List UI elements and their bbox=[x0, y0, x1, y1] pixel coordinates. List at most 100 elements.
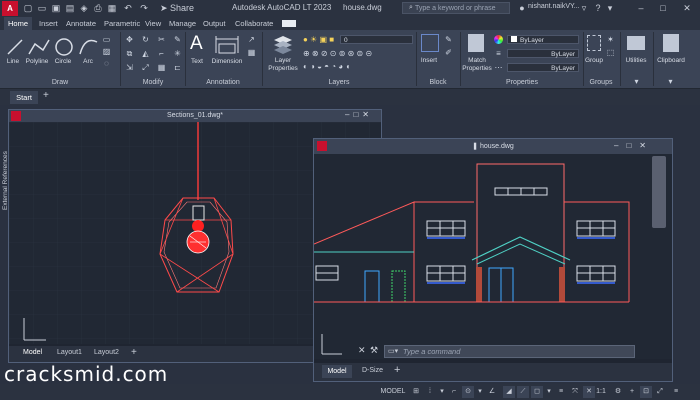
tab-annotate[interactable]: Annotate bbox=[62, 17, 100, 30]
lineweight-dropdown[interactable]: ByLayer bbox=[507, 49, 579, 58]
search-input[interactable]: Type a keyword or phrase bbox=[402, 2, 510, 14]
user-icon[interactable]: ● bbox=[516, 2, 528, 14]
help-icon[interactable]: ? bbox=[592, 2, 604, 14]
grid-icon[interactable]: ⊞ bbox=[410, 386, 422, 398]
stretch-icon[interactable]: ⇲ bbox=[125, 63, 134, 72]
command-close-icon[interactable]: ✕ bbox=[358, 345, 366, 356]
ortho-icon[interactable]: ⊙ bbox=[462, 386, 474, 398]
web-mobile-icon[interactable]: ◈ bbox=[78, 2, 90, 14]
snap-dropdown-icon[interactable]: ▾ bbox=[438, 386, 446, 398]
circle-tool[interactable]: Circle bbox=[53, 58, 73, 65]
tab-manage[interactable]: Manage bbox=[165, 17, 200, 30]
panel-layers-title[interactable]: Layers bbox=[264, 79, 414, 86]
osnap-dropdown-icon[interactable]: ▾ bbox=[545, 386, 553, 398]
app-logo[interactable]: A LT bbox=[2, 1, 18, 28]
redo-icon[interactable]: ↷ bbox=[138, 2, 150, 14]
new-tab-icon[interactable]: + bbox=[43, 90, 49, 101]
tab-insert[interactable]: Insert bbox=[35, 17, 62, 30]
tab-home[interactable]: Home bbox=[4, 17, 33, 30]
layer-on-icon[interactable]: ● ☀ ▣ ■ bbox=[303, 35, 334, 44]
annotation-scale-value[interactable]: 1:1 bbox=[594, 386, 608, 398]
panel-block-title[interactable]: Block bbox=[418, 79, 458, 86]
tab-model[interactable]: Model bbox=[322, 365, 352, 378]
group-edit-icon[interactable]: ⬚ bbox=[606, 48, 615, 57]
print-preview-icon[interactable]: ▦ bbox=[106, 2, 118, 14]
close-icon[interactable]: ✕ bbox=[676, 0, 698, 17]
color-wheel-icon[interactable] bbox=[494, 35, 503, 44]
panel-properties-title[interactable]: Properties bbox=[462, 79, 582, 86]
fillet-icon[interactable]: ⌐ bbox=[157, 49, 166, 58]
isodraft-icon[interactable]: ◢ bbox=[503, 386, 515, 398]
house-window-controls-icon[interactable]: –□✕ bbox=[614, 141, 654, 150]
trim-icon[interactable]: ✂ bbox=[157, 35, 166, 44]
edit-block-icon[interactable]: ✐ bbox=[444, 48, 453, 57]
plus-icon[interactable]: + bbox=[626, 386, 638, 398]
lineweight-toggle-icon[interactable]: ≡ bbox=[555, 386, 567, 398]
table-icon[interactable]: ▦ bbox=[247, 48, 256, 57]
object-snap-tracking-icon[interactable]: ⟋ bbox=[517, 386, 529, 398]
clipboard-tool[interactable]: Clipboard bbox=[655, 57, 687, 64]
tab-start[interactable]: Start bbox=[10, 91, 38, 104]
settings-gear-icon[interactable]: ⚙ bbox=[612, 386, 624, 398]
chevron-down-icon[interactable]: ▾ bbox=[604, 2, 616, 14]
customization-menu-icon[interactable]: ≡ bbox=[670, 386, 682, 398]
explode-icon[interactable]: ✳ bbox=[173, 49, 182, 58]
boundary-icon[interactable]: ◌ bbox=[102, 59, 111, 68]
rectangle-icon[interactable]: ▭ bbox=[102, 35, 111, 44]
create-block-icon[interactable]: ✎ bbox=[444, 35, 453, 44]
open-icon[interactable]: ▭ bbox=[36, 2, 48, 14]
move-icon[interactable]: ✥ bbox=[125, 35, 134, 44]
snap-icon[interactable]: ⁞ bbox=[424, 386, 436, 398]
line-tool[interactable]: Line bbox=[4, 58, 22, 65]
color-dropdown[interactable]: ByLayer bbox=[507, 35, 579, 44]
save-icon[interactable]: ▣ bbox=[50, 2, 62, 14]
minimize-icon[interactable]: – bbox=[630, 0, 652, 17]
panel-groups-title[interactable]: Groups bbox=[584, 79, 618, 86]
viewcube-navbar[interactable] bbox=[652, 156, 666, 228]
layer-properties-tool[interactable]: Layer Properties bbox=[266, 57, 300, 73]
mirror-icon[interactable]: ◭ bbox=[141, 49, 150, 58]
ribbon-toggle-icon[interactable] bbox=[282, 20, 296, 27]
tab-model[interactable]: Model bbox=[23, 349, 42, 356]
tab-layout2[interactable]: Layout2 bbox=[94, 349, 119, 356]
group-tool[interactable]: Group bbox=[583, 57, 605, 64]
infer-icon[interactable]: ⌐ bbox=[448, 386, 460, 398]
command-input[interactable]: Type a command bbox=[384, 345, 635, 358]
share-button[interactable]: ➤ Share bbox=[160, 2, 198, 14]
dimension-tool[interactable]: Dimension bbox=[210, 58, 244, 65]
layer-tools-row2-icon[interactable]: ◐ ◑ ◒ ◓ ◔ ◕ ◖ bbox=[303, 62, 350, 71]
leader-icon[interactable]: ↗ bbox=[247, 35, 256, 44]
erase-icon[interactable]: ✎ bbox=[173, 35, 182, 44]
match-properties-tool[interactable]: Match Properties bbox=[461, 57, 493, 73]
undo-icon[interactable]: ↶ bbox=[122, 2, 134, 14]
linetype-icon[interactable]: ⋯ bbox=[494, 63, 503, 72]
sections-window-controls-icon[interactable]: –□✕ bbox=[345, 110, 373, 119]
ortho-dropdown-icon[interactable]: ▾ bbox=[476, 386, 484, 398]
external-references-palette[interactable]: External References bbox=[2, 151, 9, 210]
hatch-icon[interactable]: ▨ bbox=[102, 47, 111, 56]
panel-draw-title[interactable]: Draw bbox=[0, 79, 120, 86]
polyline-tool[interactable]: Polyline bbox=[24, 58, 50, 65]
ungroup-icon[interactable]: ✶ bbox=[606, 35, 615, 44]
save-as-icon[interactable]: ▤ bbox=[64, 2, 76, 14]
text-tool[interactable]: Text bbox=[188, 58, 206, 65]
insert-tool[interactable]: Insert bbox=[417, 57, 441, 64]
arc-tool[interactable]: Arc bbox=[79, 58, 97, 65]
offset-icon[interactable]: ⊏ bbox=[173, 63, 182, 72]
new-icon[interactable]: ▢ bbox=[22, 2, 34, 14]
tab-view[interactable]: View bbox=[141, 17, 165, 30]
panel-modify-title[interactable]: Modify bbox=[122, 79, 184, 86]
clean-screen-icon[interactable]: ⤢ bbox=[654, 386, 666, 398]
model-space-button[interactable]: MODEL bbox=[380, 386, 406, 398]
cart-icon[interactable]: ▿ bbox=[578, 2, 590, 14]
rotate-icon[interactable]: ↻ bbox=[141, 35, 150, 44]
polar-icon[interactable]: ∠ bbox=[486, 386, 498, 398]
tab-d-size[interactable]: D-Size bbox=[362, 367, 383, 374]
add-layout-icon[interactable]: + bbox=[394, 364, 400, 376]
sections-window-title[interactable]: Sections_01.dwg* bbox=[9, 110, 381, 122]
layer-tools-row1-icon[interactable]: ⊕ ⊗ ⊘ ⊙ ⊚ ⊛ ⊜ ⊝ bbox=[303, 49, 372, 58]
house-drawing-window[interactable]: ❚ house.dwg –□✕ ✕ ⚒ Type a command ▭▾ Mo… bbox=[313, 138, 673, 382]
object-snap-icon[interactable]: ◻ bbox=[531, 386, 543, 398]
utilities-tool[interactable]: Utilities bbox=[622, 57, 650, 64]
tab-parametric[interactable]: Parametric bbox=[100, 17, 144, 30]
